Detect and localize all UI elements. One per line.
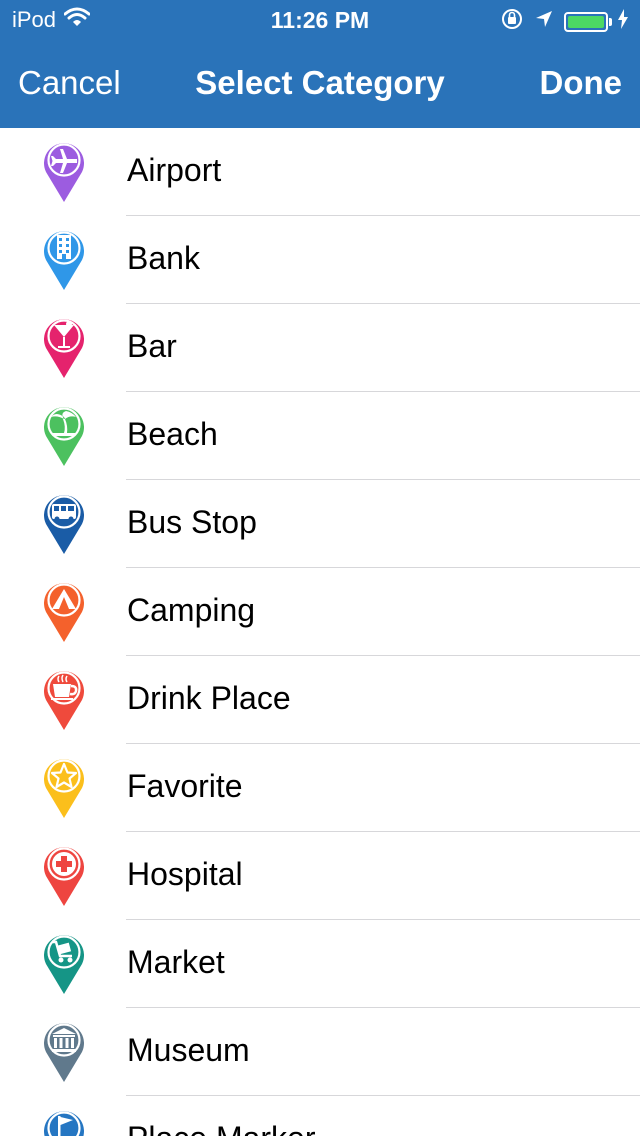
category-row-airport[interactable]: Airport bbox=[0, 128, 640, 216]
airplane-icon bbox=[42, 139, 86, 203]
category-row-place-marker[interactable]: Place Marker bbox=[0, 1096, 640, 1136]
category-row-bus-stop[interactable]: Bus Stop bbox=[0, 480, 640, 568]
category-row-drink-place[interactable]: Drink Place bbox=[0, 656, 640, 744]
battery-icon bbox=[564, 12, 612, 32]
category-row-museum[interactable]: Museum bbox=[0, 1008, 640, 1096]
status-right bbox=[500, 7, 628, 37]
bank-building-icon bbox=[42, 227, 86, 291]
category-label: Bus Stop bbox=[127, 504, 257, 540]
orientation-lock-icon bbox=[500, 7, 524, 37]
category-row-hospital[interactable]: Hospital bbox=[0, 832, 640, 920]
palm-tree-icon bbox=[42, 403, 86, 467]
category-label: Drink Place bbox=[127, 680, 291, 716]
category-label: Market bbox=[127, 944, 225, 980]
cocktail-icon bbox=[42, 315, 86, 379]
category-list: Airport Bank Bar Beach Bus Stop Camping Drink … bbox=[0, 128, 640, 1136]
category-row-bank[interactable]: Bank bbox=[0, 216, 640, 304]
header: iPod 11:26 PM Cancel Select Category Don… bbox=[0, 0, 640, 128]
coffee-cup-icon bbox=[42, 667, 86, 731]
category-row-market[interactable]: Market bbox=[0, 920, 640, 1008]
museum-icon bbox=[42, 1019, 86, 1083]
status-bar: iPod 11:26 PM bbox=[0, 0, 640, 40]
battery-level bbox=[568, 16, 604, 28]
medical-cross-icon bbox=[42, 843, 86, 907]
bus-icon bbox=[42, 491, 86, 555]
category-label: Airport bbox=[127, 152, 222, 188]
category-label: Bar bbox=[127, 328, 177, 364]
star-icon bbox=[42, 755, 86, 819]
category-row-camping[interactable]: Camping bbox=[0, 568, 640, 656]
category-row-beach[interactable]: Beach bbox=[0, 392, 640, 480]
category-label: Favorite bbox=[127, 768, 243, 804]
category-row-favorite[interactable]: Favorite bbox=[0, 744, 640, 832]
done-button[interactable]: Done bbox=[540, 64, 623, 102]
category-label: Bank bbox=[127, 240, 200, 276]
navigation-bar: Cancel Select Category Done bbox=[0, 40, 640, 128]
flag-icon bbox=[42, 1107, 86, 1136]
location-arrow-icon bbox=[534, 9, 554, 35]
category-label: Beach bbox=[127, 416, 218, 452]
category-label: Camping bbox=[127, 592, 256, 628]
tent-icon bbox=[42, 579, 86, 643]
category-row-bar[interactable]: Bar bbox=[0, 304, 640, 392]
category-label: Hospital bbox=[127, 856, 243, 892]
category-label: Museum bbox=[127, 1032, 250, 1068]
category-label: Place Marker bbox=[127, 1120, 316, 1136]
charging-bolt-icon bbox=[618, 9, 628, 35]
shopping-cart-icon bbox=[42, 931, 86, 995]
